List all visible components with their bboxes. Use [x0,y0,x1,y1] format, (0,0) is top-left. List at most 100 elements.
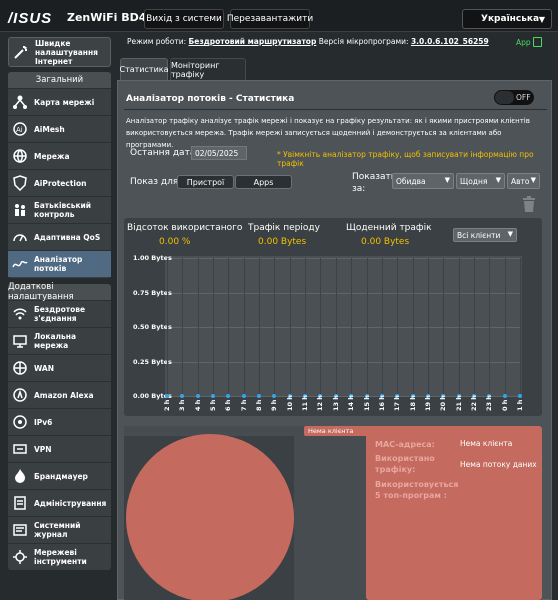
apps-button[interactable]: Apps [235,175,292,189]
sidebar-item-vpn[interactable]: VPN [8,435,111,462]
sidebar-advanced-header: Додаткові налаштування [8,282,111,302]
grid-line [443,258,445,396]
sidebar-item-aimesh[interactable]: Ai AiMesh [8,115,111,142]
sidebar-item-wan-globe[interactable]: WAN [8,354,111,381]
sidebar-item-label: VPN [34,444,52,454]
page-title: Аналізатор потоків - Статистика [126,94,295,104]
x-tick-label: 20 h [439,395,448,411]
sidebar-item-ipv6[interactable]: IPv6 [8,408,111,435]
data-point[interactable] [241,394,246,398]
period-select[interactable]: Щодня ▼ [456,173,505,189]
x-tick-label: 7 h [239,399,248,411]
sidebar-item-shield[interactable]: AiProtection [8,169,111,196]
x-tick-label: 15 h [362,395,371,411]
analyzer-toggle[interactable]: OFF [494,90,534,105]
top-bar: /ISUS ZenWiFi BD4 Вихід з системи Переза… [0,0,558,32]
grid-line [320,258,322,396]
grid-line [351,258,353,396]
sidebar-item-admin[interactable]: Адміністрування [8,489,111,516]
grid-line [167,258,168,396]
date-field[interactable]: 02/05/2025 [191,146,247,160]
sidebar-item-lan[interactable]: Локальна мережа [8,327,111,354]
tab-traffic-monitor[interactable]: Моніторинг трафіку [170,58,246,80]
data-point[interactable] [502,394,507,398]
x-tick-label: 14 h [347,395,356,411]
sidebar-item-tools[interactable]: Мережеві інструменти [8,543,111,570]
quick-setup-label: Швидке налаштування Інтернет [35,38,98,66]
admin-icon [12,495,28,511]
x-tick-label: 3 h [178,399,187,411]
sidebar-item-qos[interactable]: Адаптивна QoS [8,223,111,250]
toggle-label: OFF [516,93,531,102]
sidebar-item-family[interactable]: Батьківський контроль [8,196,111,223]
phone-icon[interactable] [533,37,542,47]
x-tick-label: 18 h [408,395,417,411]
logout-button[interactable]: Вихід з системи [144,9,224,29]
data-point[interactable] [518,394,522,398]
sidebar-general-header: Загальний [8,72,111,88]
x-tick-label: 0 h [500,399,509,411]
sidebar-item-log[interactable]: Системний журнал [8,516,111,543]
sidebar-item-globe[interactable]: Мережа [8,142,111,169]
traffic-icon [12,256,28,272]
chevron-down-icon: ▼ [495,176,501,184]
mode-link[interactable]: Бездротовий маршрутизатор [189,37,317,46]
sidebar-item-label: AiMesh [34,124,65,134]
aimesh-icon: Ai [12,121,28,137]
grid-line [167,396,520,397]
units-select[interactable]: Авто ▼ [507,173,540,189]
sidebar-item-label: Брандмауер [34,471,88,481]
x-tick-label: 21 h [454,395,463,411]
lan-icon [12,333,28,349]
trash-icon[interactable] [522,196,536,212]
x-tick-label: 1 h [516,399,524,411]
grid-line [197,258,199,396]
wifi-icon [12,306,28,322]
x-tick-label: 22 h [469,395,478,411]
quick-setup-button[interactable]: Швидке налаштування Інтернет [8,37,111,67]
mode-label: Режим роботи: [127,37,187,46]
sidebar-item-traffic[interactable]: Аналізатор потоків [8,250,111,277]
period-traffic-label: Трафік періоду [248,223,320,233]
firmware-link[interactable]: 3.0.0.6.102_56259 [411,37,489,46]
data-point[interactable] [211,394,216,398]
client-value: Всі клієнти [457,230,501,240]
sidebar-item-firewall[interactable]: Брандмауер [8,462,111,489]
grid-line [167,327,520,328]
grid-line [397,258,399,396]
toggle-knob [495,91,514,104]
language-select[interactable]: Українська ▼ [462,9,552,29]
last-date-label: Остання дата [130,148,196,158]
sidebar-item-network-map[interactable]: Карта мережі [8,88,111,115]
grid-line [473,258,475,396]
data-point[interactable] [165,394,169,398]
sidebar-item-wifi[interactable]: Бездротове з'єднання [8,300,111,327]
period-traffic-value: 0.00 Bytes [258,237,307,247]
grid-line [182,258,184,396]
firewall-icon [12,468,28,484]
sidebar-item-label: Адміністрування [34,498,107,508]
sidebar-item-label: AiProtection [34,178,87,188]
x-tick-label: 6 h [224,399,233,411]
log-icon [12,522,28,538]
app-label[interactable]: App [516,38,531,47]
show-label: Показати за: [352,172,397,194]
direction-select[interactable]: Обидва ▼ [392,173,454,189]
client-select[interactable]: Всі клієнти ▼ [453,228,517,242]
x-tick-label: 11 h [301,395,310,411]
traffic-value: Нема потоку даних [460,460,537,469]
description: Аналізатор трафіку аналізує трафік мереж… [126,117,530,149]
pie-chart[interactable] [126,434,294,600]
reboot-button[interactable]: Перезавантажити [227,9,313,29]
model-name: ZenWiFi BD4 [67,11,147,24]
x-tick-label: 17 h [393,395,402,411]
pie-tag: Нема клієнта [304,426,374,436]
sidebar-item-label: Системний журнал [34,521,81,539]
sidebar-item-alexa[interactable]: Amazon Alexa [8,381,111,408]
chevron-down-icon: ▼ [444,176,450,184]
tab-statistics[interactable]: Статистика [120,58,169,80]
data-point[interactable] [195,394,200,398]
devices-button[interactable]: Пристрої [177,175,234,189]
asus-logo: /ISUS [8,10,53,27]
grid-line [381,258,383,396]
